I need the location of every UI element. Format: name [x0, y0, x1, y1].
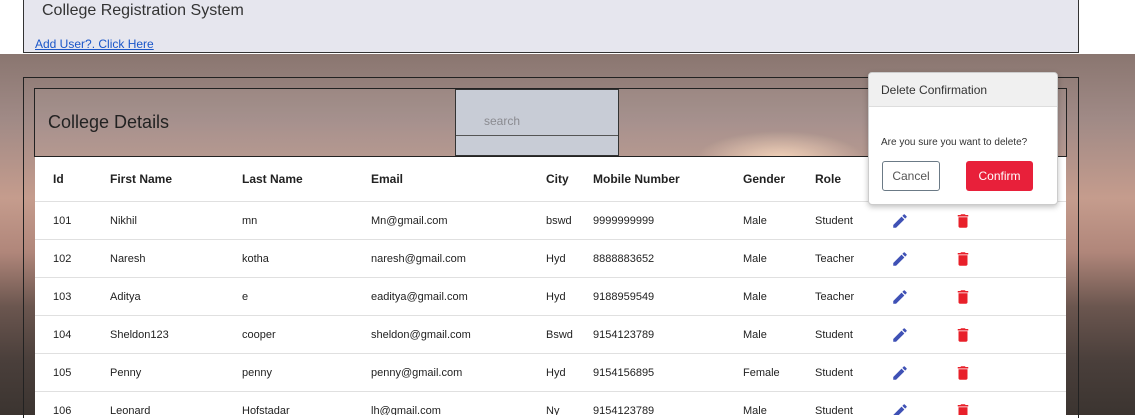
cell-role: Student — [815, 201, 891, 240]
cell-gender: Female — [743, 353, 815, 392]
column-header-first-name: First Name — [110, 157, 242, 202]
app-header: College Registration System Add User?. C… — [23, 0, 1079, 53]
table-row: 102 Naresh kotha naresh@gmail.com Hyd 8888883… — [35, 239, 1066, 278]
edit-icon[interactable] — [891, 288, 909, 306]
column-header-city: City — [546, 157, 593, 202]
delete-icon[interactable] — [954, 250, 972, 268]
delete-cell — [954, 315, 1066, 354]
app-title: College Registration System — [42, 2, 244, 19]
search-box — [455, 89, 619, 156]
cell-city: Hyd — [546, 239, 593, 278]
cell-mobile: 9188959549 — [593, 277, 743, 316]
edit-icon[interactable] — [891, 212, 909, 230]
column-header-gender: Gender — [743, 157, 815, 202]
cell-city: Bswd — [546, 315, 593, 354]
column-header-email: Email — [371, 157, 546, 202]
confirm-button[interactable]: Confirm — [966, 161, 1033, 191]
cancel-button[interactable]: Cancel — [882, 161, 940, 191]
delete-icon[interactable] — [954, 288, 972, 306]
edit-cell — [891, 315, 954, 354]
cell-id: 106 — [35, 391, 110, 415]
cell-last-name: e — [242, 277, 371, 316]
edit-cell — [891, 277, 954, 316]
column-header-mobile: Mobile Number — [593, 157, 743, 202]
popover-message: Are you sure you want to delete? — [881, 137, 1028, 148]
card-title: College Details — [48, 112, 170, 132]
cell-first-name: Penny — [110, 353, 242, 392]
cell-email: sheldon@gmail.com — [371, 315, 546, 354]
delete-cell — [954, 277, 1066, 316]
cell-mobile: 9999999999 — [593, 201, 743, 240]
cell-id: 103 — [35, 277, 110, 316]
cell-id: 105 — [35, 353, 110, 392]
delete-cell — [954, 239, 1066, 278]
edit-cell — [891, 239, 954, 278]
cell-email: eaditya@gmail.com — [371, 277, 546, 316]
cell-first-name: Leonard — [110, 391, 242, 415]
cell-email: lh@gmail.com — [371, 391, 546, 415]
cell-role: Teacher — [815, 239, 891, 278]
cell-mobile: 8888883652 — [593, 239, 743, 278]
cell-last-name: mn — [242, 201, 371, 240]
table-row: 103 Aditya e eaditya@gmail.com Hyd 9188959549… — [35, 277, 1066, 316]
cell-gender: Male — [743, 239, 815, 278]
cell-city: Hyd — [546, 277, 593, 316]
cell-mobile: 9154156895 — [593, 353, 743, 392]
cell-role: Student — [815, 353, 891, 392]
delete-confirmation-popover: Delete Confirmation Are you sure you wan… — [868, 72, 1058, 205]
cell-id: 101 — [35, 201, 110, 240]
edit-icon[interactable] — [891, 326, 909, 344]
cell-role: Student — [815, 391, 891, 415]
delete-icon[interactable] — [954, 364, 972, 382]
cell-role: Teacher — [815, 277, 891, 316]
cell-last-name: penny — [242, 353, 371, 392]
cell-gender: Male — [743, 391, 815, 415]
edit-cell — [891, 201, 954, 240]
cell-last-name: kotha — [242, 239, 371, 278]
cell-id: 102 — [35, 239, 110, 278]
cell-first-name: Sheldon123 — [110, 315, 242, 354]
cell-last-name: Hofstadar — [242, 391, 371, 415]
column-header-id: Id — [35, 157, 110, 202]
edit-icon[interactable] — [891, 364, 909, 382]
cell-last-name: cooper — [242, 315, 371, 354]
delete-cell — [954, 201, 1066, 240]
add-user-link[interactable]: Add User?. Click Here — [35, 37, 154, 51]
cell-email: Mn@gmail.com — [371, 201, 546, 240]
edit-cell — [891, 391, 954, 415]
cell-first-name: Naresh — [110, 239, 242, 278]
edit-icon[interactable] — [891, 250, 909, 268]
delete-icon[interactable] — [954, 402, 972, 415]
search-input[interactable] — [456, 90, 618, 136]
table-row: 106 Leonard Hofstadar lh@gmail.com Ny 9154123… — [35, 391, 1066, 415]
column-header-last-name: Last Name — [242, 157, 371, 202]
edit-cell — [891, 353, 954, 392]
cell-mobile: 9154123789 — [593, 315, 743, 354]
cell-city: Ny — [546, 391, 593, 415]
edit-icon[interactable] — [891, 402, 909, 415]
popover-title: Delete Confirmation — [869, 73, 1057, 107]
cell-city: Hyd — [546, 353, 593, 392]
cell-mobile: 9154123789 — [593, 391, 743, 415]
cell-gender: Male — [743, 315, 815, 354]
cell-email: penny@gmail.com — [371, 353, 546, 392]
delete-cell — [954, 353, 1066, 392]
cell-gender: Male — [743, 277, 815, 316]
cell-id: 104 — [35, 315, 110, 354]
table-row: 105 Penny penny penny@gmail.com Hyd 915415689… — [35, 353, 1066, 392]
table-row: 104 Sheldon123 cooper sheldon@gmail.com Bswd… — [35, 315, 1066, 354]
cell-email: naresh@gmail.com — [371, 239, 546, 278]
table-row: 101 Nikhil mn Mn@gmail.com bswd 9999999999 Mal… — [35, 201, 1066, 240]
cell-role: Student — [815, 315, 891, 354]
cell-gender: Male — [743, 201, 815, 240]
cell-city: bswd — [546, 201, 593, 240]
cell-first-name: Nikhil — [110, 201, 242, 240]
delete-icon[interactable] — [954, 212, 972, 230]
delete-cell — [954, 391, 1066, 415]
delete-icon[interactable] — [954, 326, 972, 344]
cell-first-name: Aditya — [110, 277, 242, 316]
